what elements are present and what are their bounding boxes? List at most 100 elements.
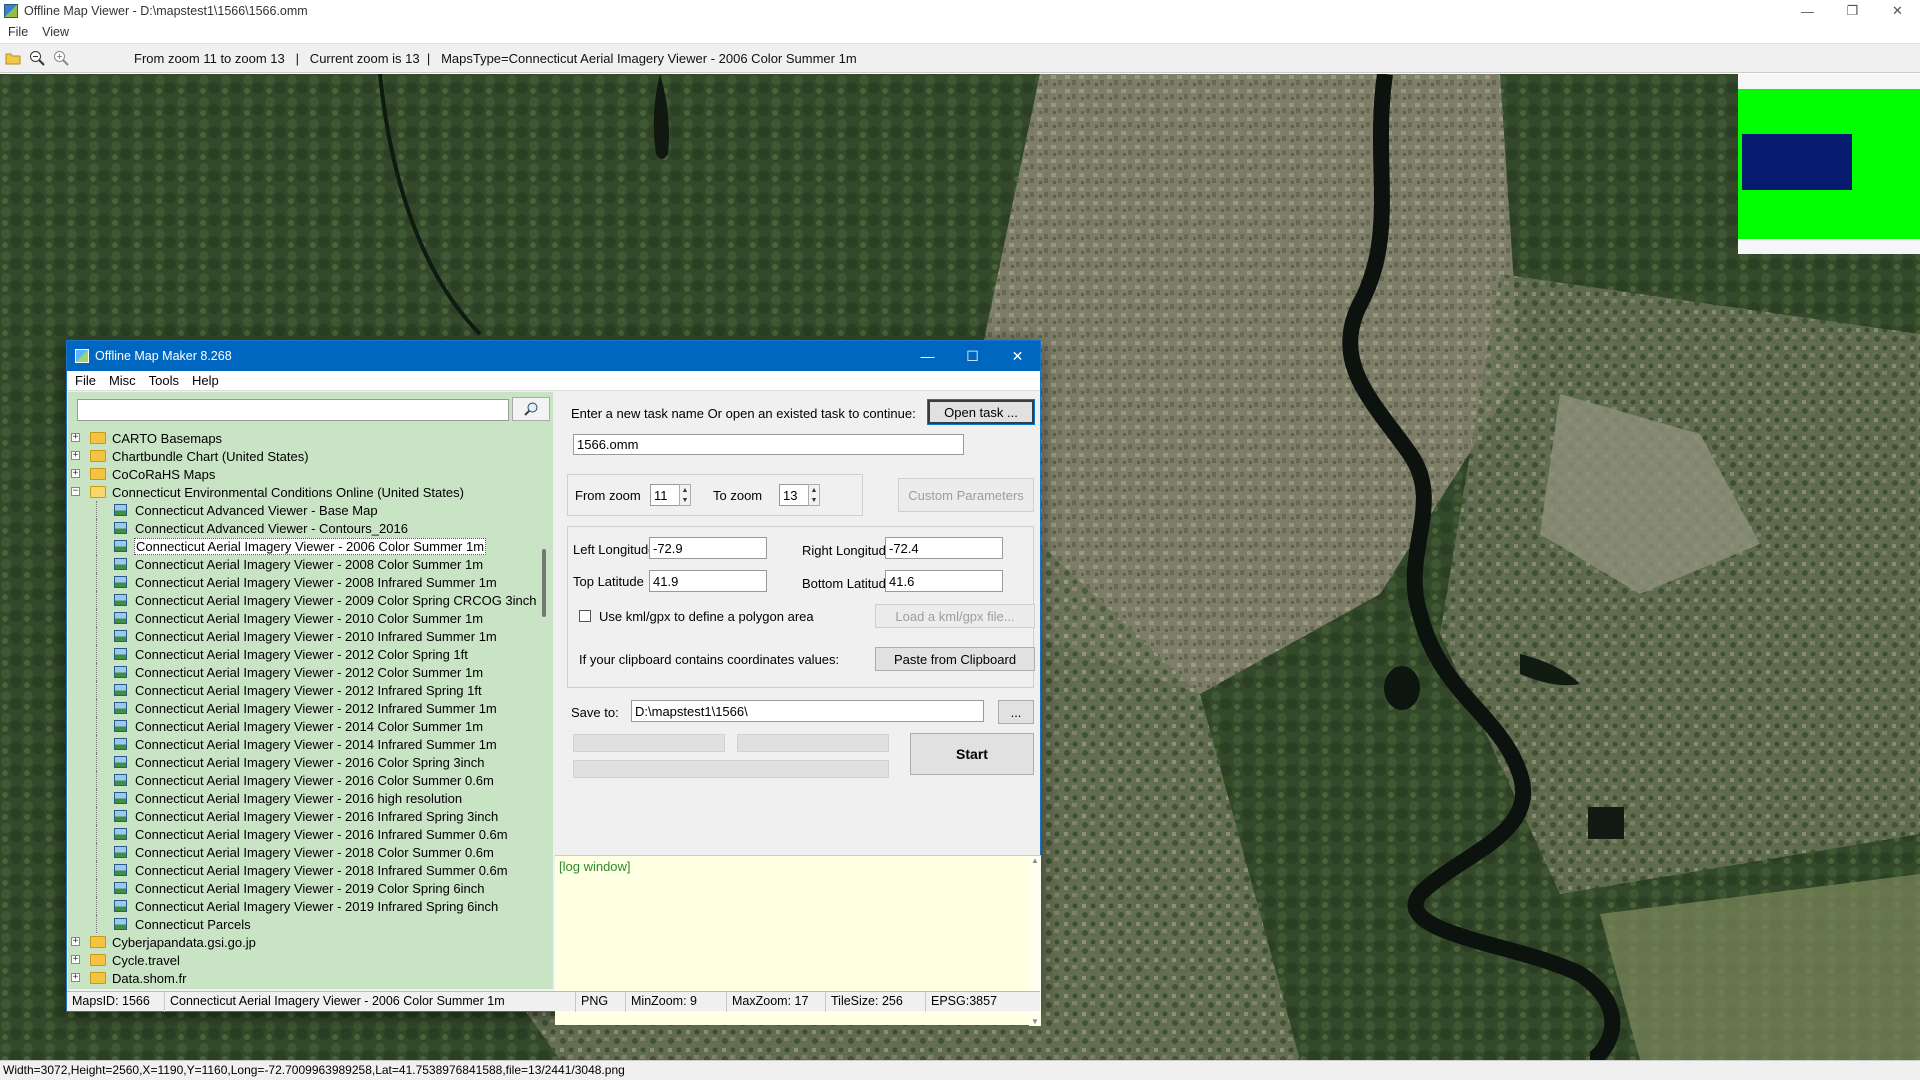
map-source-tree[interactable]: + CARTO Basemaps + Chartbundle Chart (Un… xyxy=(68,429,538,989)
tree-map-item[interactable]: Connecticut Aerial Imagery Viewer - 2006… xyxy=(68,537,538,555)
overview-viewport-box[interactable] xyxy=(1742,134,1852,190)
map-search-input[interactable] xyxy=(77,399,509,421)
scroll-up-icon[interactable]: ▲ xyxy=(1031,856,1039,865)
scroll-down-icon[interactable]: ▼ xyxy=(1031,1017,1039,1026)
menu-file[interactable]: File xyxy=(8,25,28,39)
tree-map-item-label: Connecticut Aerial Imagery Viewer - 2016… xyxy=(135,772,494,788)
tree-scrollbar[interactable] xyxy=(538,429,553,989)
dialog-app-icon xyxy=(75,349,89,363)
from-zoom-spinner[interactable]: ▲ ▼ xyxy=(679,484,691,506)
spin-up-icon[interactable]: ▲ xyxy=(811,487,818,494)
tree-folder[interactable]: − Connecticut Environmental Conditions O… xyxy=(68,483,538,501)
expand-icon[interactable]: + xyxy=(71,937,80,946)
expand-icon[interactable]: + xyxy=(71,451,80,460)
tree-map-item[interactable]: Connecticut Aerial Imagery Viewer - 2016… xyxy=(68,771,538,789)
tree-map-item[interactable]: Connecticut Aerial Imagery Viewer - 2014… xyxy=(68,717,538,735)
folder-open-icon[interactable] xyxy=(2,47,24,69)
zoom-out-icon[interactable] xyxy=(26,47,48,69)
tree-map-item-label: Connecticut Aerial Imagery Viewer - 2012… xyxy=(135,682,482,698)
tree-map-item[interactable]: Connecticut Aerial Imagery Viewer - 2012… xyxy=(68,681,538,699)
dialog-menu-tools[interactable]: Tools xyxy=(149,373,179,388)
spin-down-icon[interactable]: ▼ xyxy=(811,497,818,504)
search-button[interactable] xyxy=(512,397,550,421)
spin-down-icon[interactable]: ▼ xyxy=(682,497,689,504)
folder-icon xyxy=(90,972,106,984)
expand-icon[interactable]: + xyxy=(71,469,80,478)
start-button[interactable]: Start xyxy=(910,733,1034,775)
maximize-button[interactable]: ❐ xyxy=(1830,0,1875,22)
tree-folder[interactable]: + Chartbundle Chart (United States) xyxy=(68,447,538,465)
tree-map-item[interactable]: Connecticut Aerial Imagery Viewer - 2016… xyxy=(68,825,538,843)
tree-map-item[interactable]: Connecticut Advanced Viewer - Base Map xyxy=(68,501,538,519)
tree-map-item[interactable]: Connecticut Aerial Imagery Viewer - 2018… xyxy=(68,861,538,879)
tree-folder-label: Data.shom.fr xyxy=(112,970,187,986)
folder-icon xyxy=(90,936,106,948)
use-kml-checkbox[interactable] xyxy=(579,610,591,622)
to-zoom-spinner[interactable]: ▲ ▼ xyxy=(808,484,820,506)
save-path-input[interactable] xyxy=(631,700,984,722)
tree-map-item[interactable]: Connecticut Aerial Imagery Viewer - 2019… xyxy=(68,897,538,915)
zoom-in-icon[interactable] xyxy=(50,47,72,69)
tree-map-item[interactable]: Connecticut Aerial Imagery Viewer - 2014… xyxy=(68,735,538,753)
tree-children: Connecticut Advanced Viewer - Base Map Co… xyxy=(68,501,538,933)
minimize-button[interactable]: — xyxy=(1785,0,1830,22)
tree-map-item[interactable]: Connecticut Aerial Imagery Viewer - 2016… xyxy=(68,789,538,807)
dialog-menu-misc[interactable]: Misc xyxy=(109,373,136,388)
tree-connector-line xyxy=(96,627,97,645)
menu-bar: File View xyxy=(0,22,1920,42)
tree-map-item[interactable]: Connecticut Aerial Imagery Viewer - 2012… xyxy=(68,663,538,681)
collapse-icon[interactable]: − xyxy=(71,487,80,496)
tree-scrollbar-thumb[interactable] xyxy=(542,549,546,617)
tree-map-item[interactable]: Connecticut Aerial Imagery Viewer - 2010… xyxy=(68,609,538,627)
load-kml-button[interactable]: Load a kml/gpx file... xyxy=(875,604,1035,628)
tree-map-item[interactable]: Connecticut Aerial Imagery Viewer - 2008… xyxy=(68,573,538,591)
tree-map-item[interactable]: Connecticut Aerial Imagery Viewer - 2012… xyxy=(68,645,538,663)
tree-map-item[interactable]: Connecticut Aerial Imagery Viewer - 2019… xyxy=(68,879,538,897)
dialog-close-button[interactable]: ✕ xyxy=(995,341,1040,371)
tree-folder[interactable]: + CARTO Basemaps xyxy=(68,429,538,447)
left-longitude-input[interactable] xyxy=(649,537,767,559)
paste-from-clipboard-button[interactable]: Paste from Clipboard xyxy=(875,647,1035,671)
dialog-menu-help[interactable]: Help xyxy=(192,373,219,388)
tree-connector-line xyxy=(96,609,97,627)
browse-folder-button[interactable]: ... xyxy=(998,700,1034,724)
tree-map-item[interactable]: Connecticut Parcels xyxy=(68,915,538,933)
tree-map-item[interactable]: Connecticut Aerial Imagery Viewer - 2018… xyxy=(68,843,538,861)
spin-up-icon[interactable]: ▲ xyxy=(682,487,689,494)
tree-map-item-label: Connecticut Aerial Imagery Viewer - 2019… xyxy=(135,880,485,896)
bottom-latitude-input[interactable] xyxy=(885,570,1003,592)
tree-connector-line xyxy=(96,519,97,537)
close-button[interactable]: ✕ xyxy=(1875,0,1920,22)
custom-parameters-button[interactable]: Custom Parameters xyxy=(898,478,1034,512)
progress-bar-1 xyxy=(573,734,725,752)
overview-minimap[interactable] xyxy=(1738,74,1920,254)
top-latitude-input[interactable] xyxy=(649,570,767,592)
map-layer-icon xyxy=(114,864,127,876)
tree-map-item[interactable]: Connecticut Aerial Imagery Viewer - 2016… xyxy=(68,807,538,825)
tree-map-item[interactable]: Connecticut Aerial Imagery Viewer - 2016… xyxy=(68,753,538,771)
tree-folder-label: Chartbundle Chart (United States) xyxy=(112,448,309,464)
dialog-minimize-button[interactable]: — xyxy=(905,341,950,371)
tree-folder[interactable]: + Cyberjapandata.gsi.go.jp xyxy=(68,933,538,951)
expand-icon[interactable]: + xyxy=(71,973,80,982)
menu-view[interactable]: View xyxy=(42,25,69,39)
tree-map-item[interactable]: Connecticut Aerial Imagery Viewer - 2009… xyxy=(68,591,538,609)
tree-folder[interactable]: + Data.shom.fr xyxy=(68,969,538,987)
tree-map-item[interactable]: Connecticut Aerial Imagery Viewer - 2010… xyxy=(68,627,538,645)
tree-folder[interactable]: + Cycle.travel xyxy=(68,951,538,969)
tree-folder[interactable]: + CoCoRaHS Maps xyxy=(68,465,538,483)
open-task-button[interactable]: Open task ... xyxy=(927,399,1035,425)
to-zoom-input[interactable] xyxy=(779,484,809,506)
expand-icon[interactable]: + xyxy=(71,955,80,964)
dialog-menu-file[interactable]: File xyxy=(75,373,96,388)
from-zoom-input[interactable] xyxy=(650,484,680,506)
expand-icon[interactable]: + xyxy=(71,433,80,442)
map-layer-icon xyxy=(114,540,127,552)
tree-map-item[interactable]: Connecticut Advanced Viewer - Contours_2… xyxy=(68,519,538,537)
dialog-maximize-button[interactable]: ☐ xyxy=(950,341,995,371)
right-longitude-input[interactable] xyxy=(885,537,1003,559)
tree-folder-label: CoCoRaHS Maps xyxy=(112,466,216,482)
task-name-input[interactable] xyxy=(573,434,964,455)
tree-map-item[interactable]: Connecticut Aerial Imagery Viewer - 2012… xyxy=(68,699,538,717)
tree-map-item[interactable]: Connecticut Aerial Imagery Viewer - 2008… xyxy=(68,555,538,573)
